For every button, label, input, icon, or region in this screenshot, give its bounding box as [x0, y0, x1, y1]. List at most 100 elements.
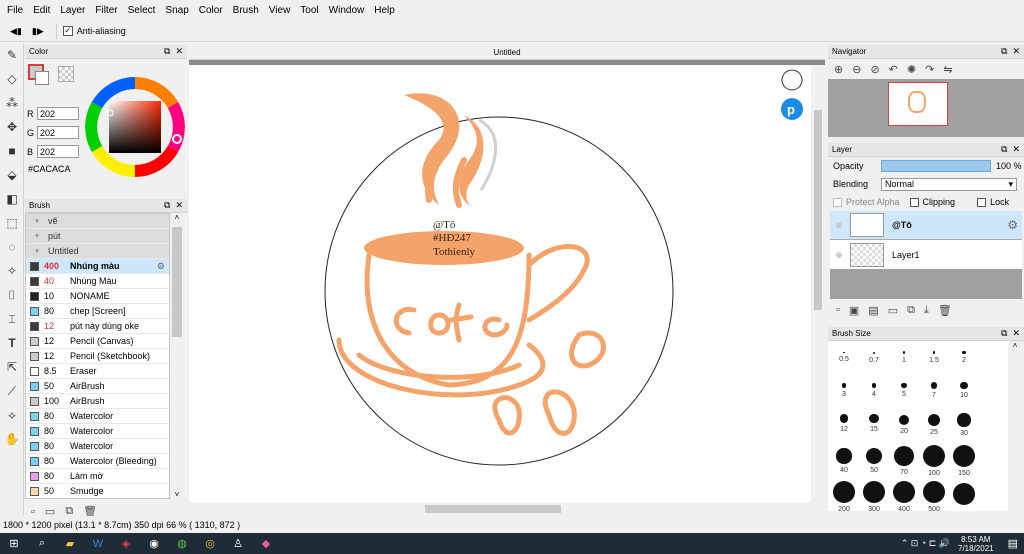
menu-item[interactable]: Select [123, 5, 161, 16]
document-tab[interactable]: Untitled [189, 45, 825, 60]
r-input[interactable]: 202 [37, 107, 79, 120]
brush-size-cell[interactable] [949, 479, 979, 509]
app-icon[interactable]: ◍ [168, 533, 196, 554]
brush-size-cell[interactable]: 2 [949, 341, 979, 374]
brush-size-cell[interactable]: 1.5 [919, 341, 949, 374]
blending-select[interactable]: Normal ▾ [881, 177, 1017, 191]
transparent-swatch[interactable] [58, 66, 74, 82]
canvas-area[interactable]: Untitled @Tô #HĐ247 Tothienly p [189, 45, 825, 515]
brush-size-cell[interactable]: 300 [859, 479, 889, 511]
brush-size-cell[interactable]: 150 [949, 443, 979, 479]
rotate-left-icon[interactable]: ↶ [889, 63, 898, 76]
app-icon[interactable]: ◆ [252, 533, 280, 554]
brush-item[interactable]: 80 Watercolor [26, 424, 169, 439]
brush-item[interactable]: 80 Watercolor [26, 439, 169, 454]
search-icon[interactable]: ⌕ [28, 533, 56, 554]
gradient-icon[interactable]: ◧ [0, 187, 24, 211]
brush-item[interactable]: 8.5 Eraser [26, 364, 169, 379]
brush-size-cell[interactable]: 12 [829, 407, 859, 440]
lock-checkbox[interactable] [977, 197, 987, 207]
menu-item[interactable]: Help [369, 5, 400, 16]
menu-item[interactable]: View [264, 5, 296, 16]
menu-item[interactable]: Layer [55, 5, 90, 16]
brush-item[interactable]: 80 Watercolor [26, 409, 169, 424]
move-icon[interactable]: ✥ [0, 115, 24, 139]
zoom-fit-icon[interactable]: ⊘ [870, 63, 879, 76]
brush-item[interactable]: 50 Smudge [26, 484, 169, 498]
brush-item[interactable]: 12 pút này dùng oke [26, 319, 169, 334]
layer-row[interactable]: Layer1 [830, 240, 1022, 269]
select-rect-icon[interactable]: ⬚ [0, 211, 24, 235]
next-icon[interactable]: ▮▶ [32, 26, 44, 37]
menu-item[interactable]: Snap [160, 5, 193, 16]
brush-size-cell[interactable]: 7 [919, 374, 949, 407]
brush-item[interactable]: 400 Nhúng màu ⚙ [26, 259, 169, 274]
windows-start-icon[interactable]: ⊞ [0, 533, 28, 554]
hand-icon[interactable]: ✋ [0, 427, 24, 451]
delete-layer-icon[interactable]: 🗑 [938, 304, 952, 317]
smudge-icon[interactable]: ⁂ [0, 91, 24, 115]
rotate-reset-icon[interactable]: ✺ [907, 63, 916, 76]
app-icon[interactable]: ◈ [112, 533, 140, 554]
brush-item[interactable]: 10 NONAME [26, 289, 169, 304]
copy-layer-icon[interactable]: ⧉ [907, 304, 915, 317]
float-icon[interactable]: ⧉ [164, 200, 170, 211]
background-color-swatch[interactable] [35, 71, 49, 85]
zoom-in-icon[interactable]: ⊕ [834, 63, 843, 76]
settings-icon[interactable]: ⚙ [1007, 218, 1018, 232]
layer-row-selected[interactable]: @Tô ⚙ [830, 211, 1022, 240]
float-icon[interactable]: ⧉ [1001, 144, 1007, 155]
brush-size-cell[interactable]: 500 [919, 479, 949, 511]
brush-group[interactable]: ▾ pút [26, 229, 169, 244]
menu-item[interactable]: Color [194, 5, 228, 16]
artwork[interactable]: @Tô #HĐ247 Tothienly p [189, 65, 809, 495]
new-vector-icon[interactable]: ▣ [849, 304, 859, 317]
protect-alpha-label[interactable]: Protect Alpha [846, 197, 900, 207]
brush-size-cell[interactable]: 30 [949, 407, 979, 443]
fill-icon[interactable]: ■ [0, 139, 24, 163]
brush-item[interactable]: 50 AirBrush [26, 379, 169, 394]
visibility-icon[interactable] [836, 222, 842, 228]
brush-size-scrollbar[interactable]: ˄ [1008, 341, 1022, 511]
clipping-checkbox[interactable] [909, 197, 919, 207]
visibility-icon[interactable] [836, 251, 842, 258]
file-explorer-icon[interactable]: ▰ [56, 533, 84, 554]
app-icon[interactable]: ◎ [196, 533, 224, 554]
brush-size-cell[interactable]: 3 [829, 374, 859, 407]
ruler-icon[interactable]: ⟋ [0, 379, 24, 403]
notification-icon[interactable]: ▤ [1008, 537, 1018, 550]
brush-group[interactable]: ▾ vẽ [26, 214, 169, 229]
brush-item[interactable]: 80 Watercolor (Bleeding) [26, 454, 169, 469]
close-icon[interactable]: ✕ [1012, 328, 1020, 339]
zoom-out-icon[interactable]: ⊖ [852, 63, 861, 76]
text-icon[interactable]: T [0, 331, 24, 355]
color-wheel[interactable] [85, 77, 185, 177]
settings-icon[interactable]: ⚙ [157, 261, 165, 272]
brush-size-cell[interactable]: 20 [889, 407, 919, 443]
b-input[interactable]: 202 [37, 145, 79, 158]
menu-item[interactable]: Filter [90, 5, 122, 16]
brush-size-cell[interactable]: 0.7 [859, 341, 889, 374]
brush-item[interactable]: 40 Nhúng Màu [26, 274, 169, 289]
app-icon[interactable]: ◉ [140, 533, 168, 554]
close-icon[interactable]: ✕ [175, 46, 183, 57]
flip-icon[interactable]: ⇋ [943, 63, 952, 76]
magic-wand-icon[interactable]: ✧ [0, 259, 24, 283]
float-icon[interactable]: ⧉ [1001, 328, 1007, 339]
brush-size-cell[interactable]: 25 [919, 407, 949, 443]
lasso-icon[interactable]: ◌ [0, 235, 24, 259]
antialias-checkbox[interactable]: ✓ [62, 26, 73, 36]
brush-size-cell[interactable]: 1 [889, 341, 919, 374]
menu-item[interactable]: Brush [228, 5, 264, 16]
brush-size-cell[interactable]: 4 [859, 374, 889, 407]
brush-size-cell[interactable]: 15 [859, 407, 889, 440]
operation-icon[interactable]: ⇱ [0, 355, 24, 379]
g-input[interactable]: 202 [37, 126, 79, 139]
canvas-hscroll[interactable] [189, 503, 825, 515]
brush-scrollbar[interactable]: ˄ ˅ [170, 213, 184, 499]
brush-item[interactable]: 12 Pencil (Canvas) [26, 334, 169, 349]
new-layer-icon[interactable]: ▫ [836, 304, 840, 316]
close-icon[interactable]: ✕ [1012, 144, 1020, 155]
brush-size-cell[interactable]: 10 [949, 374, 979, 407]
tray-icons[interactable]: ⌃ ⊡ ◔ ⊏ 🔊 [901, 538, 950, 549]
